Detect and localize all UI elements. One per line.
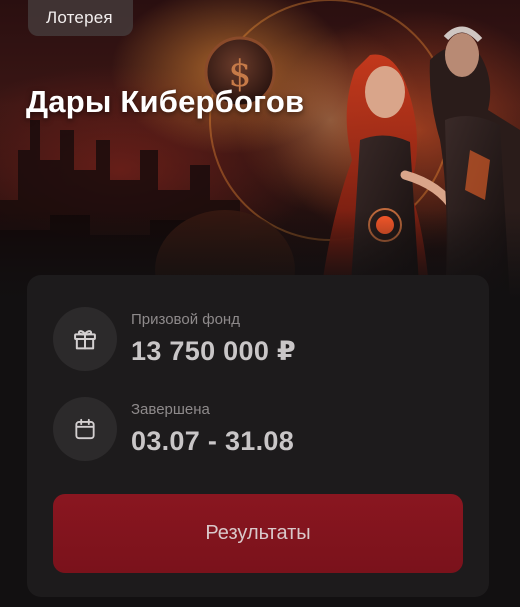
hero-banner: $ Лотерея Дары Кибербогов	[0, 0, 520, 300]
gift-icon	[53, 307, 117, 371]
prize-fund-label: Призовой фонд	[131, 311, 240, 328]
prize-fund-row: Призовой фонд 13 750 000 ₽	[53, 307, 296, 371]
results-button[interactable]: Результаты	[53, 494, 463, 573]
dates-row: Завершена 03.07 - 31.08	[53, 397, 294, 461]
calendar-icon	[53, 397, 117, 461]
lottery-title: Дары Кибербогов	[26, 84, 305, 119]
status-label: Завершена	[131, 401, 210, 418]
prize-fund-value: 13 750 000 ₽	[131, 336, 297, 366]
lottery-card[interactable]: $ Лотерея Дары Кибербогов Призовой фонд …	[0, 0, 520, 607]
category-badge: Лотерея	[28, 0, 133, 36]
info-panel: Призовой фонд 13 750 000 ₽ Завершена 03.…	[27, 275, 489, 597]
dates-value: 03.07 - 31.08	[131, 426, 295, 456]
